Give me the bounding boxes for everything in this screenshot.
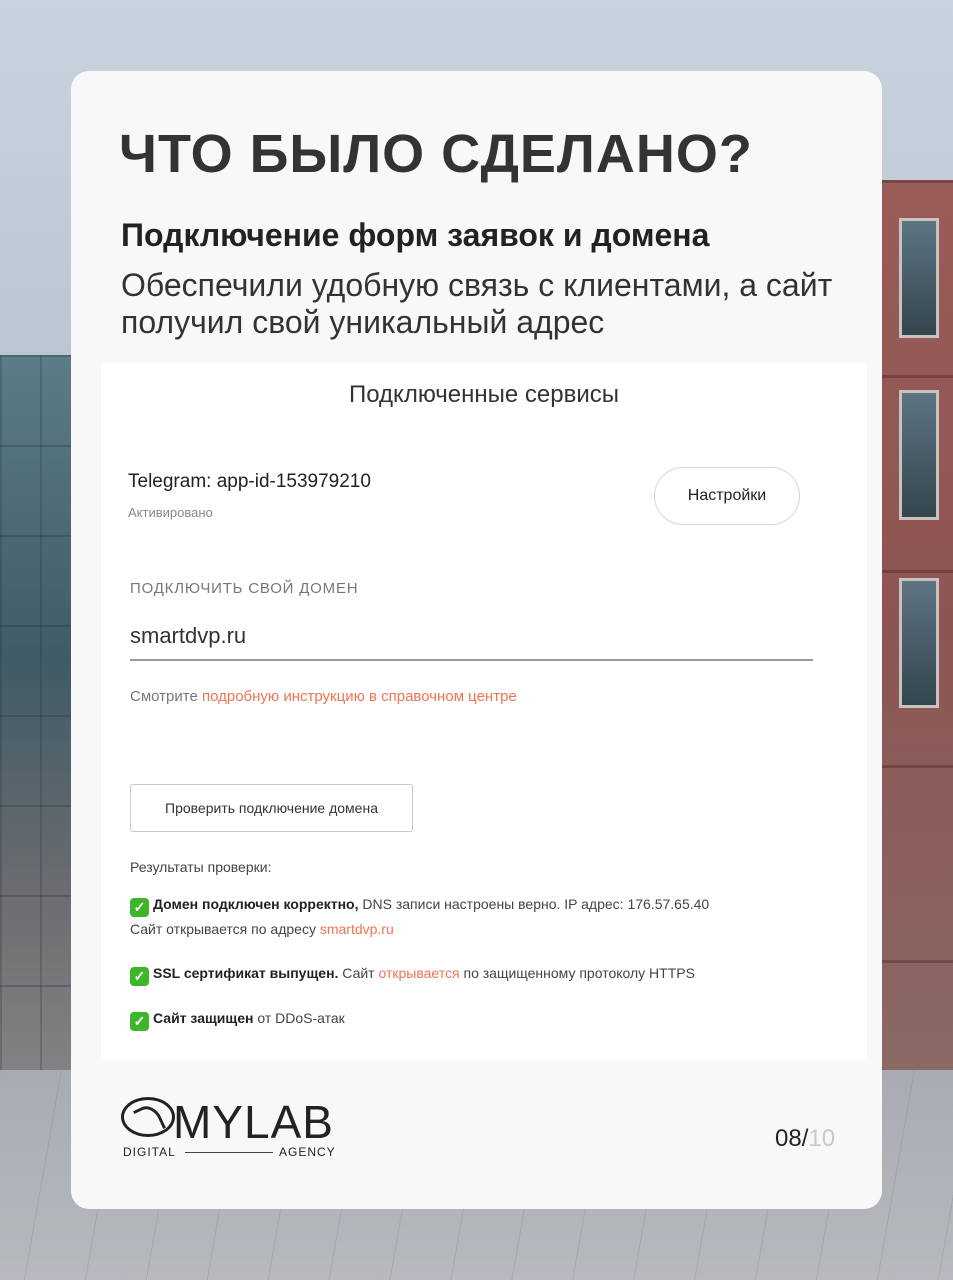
page-counter: 08/10 — [775, 1125, 835, 1153]
result-bold: SSL сертификат выпущен. — [153, 965, 339, 981]
logo-divider — [185, 1152, 273, 1153]
results-title: Результаты проверки: — [130, 859, 272, 875]
check-mark-icon: ✓ — [130, 967, 149, 986]
result-ddos: ✓ Сайт защищен от DDoS-атак — [130, 1006, 345, 1031]
settings-button[interactable]: Настройки — [654, 467, 800, 525]
logo-agency: AGENCY — [279, 1145, 336, 1159]
slide-subheading: Подключение форм заявок и домена — [121, 217, 710, 253]
check-domain-button[interactable]: Проверить подключение домена — [130, 784, 413, 832]
page-current: 08/ — [775, 1125, 809, 1152]
check-mark-icon: ✓ — [130, 898, 149, 917]
background-brick-building — [881, 180, 953, 1080]
connected-services-panel: Подключенные сервисы Telegram: app-id-15… — [101, 363, 867, 1060]
page-total: 10 — [808, 1125, 836, 1152]
site-address-link[interactable]: smartdvp.ru — [320, 921, 394, 937]
result-text: DNS записи настроены верно. IP адрес: 17… — [358, 896, 710, 912]
result-text: по защищенному протоколу HTTPS — [459, 965, 695, 981]
hint-prefix: Смотрите — [130, 688, 202, 705]
background-window — [899, 218, 939, 338]
panel-title: Подключенные сервисы — [348, 381, 620, 408]
background-glass-building — [0, 355, 75, 1115]
background-window — [899, 578, 939, 708]
slide-heading: ЧТО БЫЛО СДЕЛАНО? — [119, 124, 753, 184]
result-bold: Домен подключен корректно, — [153, 896, 359, 912]
mylab-logo: MYLAB DIGITAL AGENCY — [121, 1091, 336, 1161]
logo-text: MYLAB — [173, 1096, 334, 1148]
logo-mark-icon — [121, 1097, 175, 1137]
domain-field-label: ПОДКЛЮЧИТЬ СВОЙ ДОМЕН — [130, 580, 359, 597]
result-text: Сайт — [338, 965, 379, 981]
check-mark-icon: ✓ — [130, 1012, 149, 1031]
result-text: от DDoS-атак — [253, 1010, 345, 1026]
result-ssl: ✓ SSL сертификат выпущен. Сайт открываетс… — [130, 961, 695, 986]
result-bold: Сайт защищен — [153, 1010, 254, 1026]
result-domain: ✓ Домен подключен корректно, DNS записи н… — [130, 892, 709, 941]
service-status: Активировано — [128, 505, 213, 520]
background-window — [899, 390, 939, 520]
domain-input[interactable] — [130, 613, 813, 661]
result-line2: Сайт открывается по адресу — [130, 921, 320, 937]
telegram-service-name: Telegram: app-id-153979210 — [128, 471, 371, 492]
help-hint: Смотрите подробную инструкцию в справочн… — [130, 688, 517, 705]
help-center-link[interactable]: подробную инструкцию в справочном центре — [202, 688, 517, 705]
logo-digital: DIGITAL — [123, 1145, 176, 1159]
slide-card: ЧТО БЫЛО СДЕЛАНО? Подключение форм заяво… — [71, 71, 882, 1209]
opens-link[interactable]: открывается — [379, 965, 460, 981]
slide-description: Обеспечили удобную связь с клиентами, а … — [121, 267, 833, 340]
